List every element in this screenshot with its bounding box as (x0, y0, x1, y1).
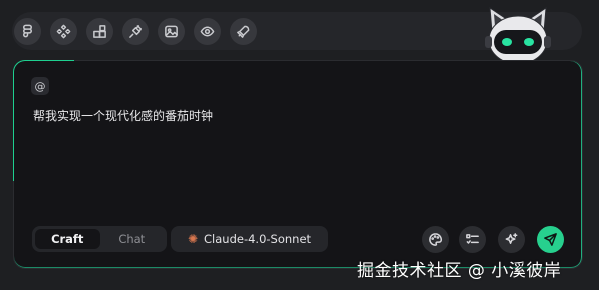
tab-craft[interactable]: Craft (35, 229, 100, 249)
mention-button[interactable]: @ (31, 77, 49, 95)
tasks-button[interactable] (459, 226, 486, 253)
sparkle-icon: ✺ (187, 232, 199, 246)
model-selector[interactable]: ✺ Claude-4.0-Sonnet (171, 226, 328, 252)
mode-switch: Craft Chat (32, 226, 167, 252)
send-button[interactable] (537, 226, 564, 253)
watermark: 掘金技术社区 @ 小溪彼岸 (357, 261, 562, 281)
components-icon (56, 24, 71, 38)
prompt-input[interactable]: 帮我实现一个现代化感的番茄时钟 (33, 107, 213, 124)
enhance-button[interactable] (498, 226, 525, 253)
figma-button[interactable] (14, 17, 41, 45)
checklist-icon (466, 234, 479, 244)
rocket-icon (237, 25, 250, 38)
palette-icon (429, 233, 443, 246)
preview-button[interactable] (194, 17, 221, 45)
blocks-button[interactable] (86, 17, 113, 45)
deploy-button[interactable] (230, 17, 257, 45)
magic-sparkle-icon (505, 233, 518, 244)
prompt-composer: @ 帮我实现一个现代化感的番茄时钟 Craft Chat ✺ Claude-4.… (13, 60, 583, 269)
eye-icon (200, 26, 215, 36)
plugin-button[interactable] (122, 17, 149, 45)
image-icon (165, 25, 178, 37)
model-label: Claude-4.0-Sonnet (204, 232, 312, 246)
plug-icon (129, 24, 142, 38)
robot-cat-mascot-icon (485, 7, 551, 65)
figma-icon (23, 24, 32, 37)
tab-chat[interactable]: Chat (100, 229, 165, 249)
layout-blocks-icon (93, 24, 106, 38)
components-button[interactable] (50, 17, 77, 45)
send-icon (544, 233, 557, 246)
theme-button[interactable] (422, 226, 449, 253)
image-button[interactable] (158, 17, 185, 45)
